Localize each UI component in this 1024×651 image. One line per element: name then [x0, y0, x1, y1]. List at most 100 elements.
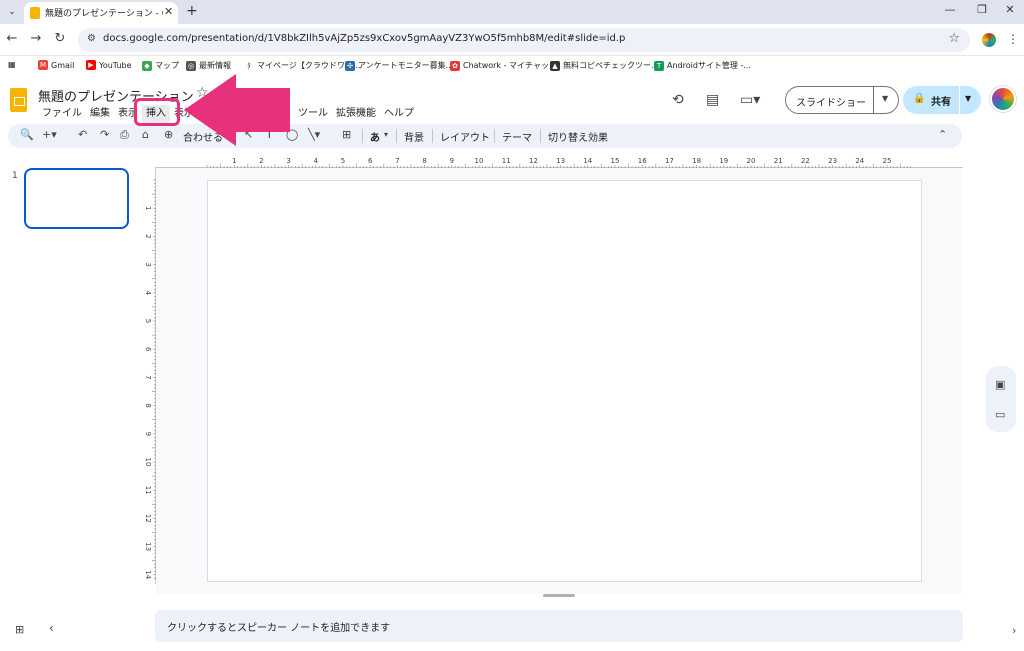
bookmark-youtube[interactable]: ▶ YouTube: [86, 60, 132, 70]
search-menus-icon[interactable]: 🔍: [20, 128, 34, 141]
menu-arrange[interactable]: 配置: [266, 105, 294, 123]
chrome-profile-avatar[interactable]: [982, 33, 996, 47]
ruler-label: 7: [144, 375, 152, 379]
youtube-icon: ▶: [86, 60, 96, 70]
menu-slide[interactable]: スライド: [218, 105, 266, 123]
paint-format-icon[interactable]: ⌂: [142, 128, 149, 141]
slideshow-button[interactable]: スライドショー ▼: [785, 86, 899, 114]
line-icon[interactable]: ╲▾: [308, 128, 320, 141]
bookmark-survey[interactable]: ✣ アンケートモニター募集...: [345, 60, 453, 71]
divider: [959, 86, 960, 114]
ruler-label: 9: [450, 157, 454, 165]
ruler-label: 14: [144, 570, 152, 579]
slide-thumbnail[interactable]: [24, 168, 129, 229]
version-history-icon[interactable]: ⟲: [672, 92, 684, 108]
collapse-filmstrip-icon[interactable]: ‹: [49, 621, 54, 635]
separator: [362, 129, 363, 143]
editing-toolbar: 🔍 +▾ ↶ ↷ ⎙ ⌂ ⊕ 合わせる ↖ T ◯ ╲▾ ⊞ あ ▾ 背景 レイ…: [8, 124, 962, 148]
share-button[interactable]: 🔒 共有 ▼: [903, 86, 981, 114]
url-text[interactable]: docs.google.com/presentation/d/1V8bkZIlh…: [103, 33, 625, 44]
bookmark-chatwork[interactable]: ✿ Chatwork - マイチャット: [450, 60, 557, 71]
maps-icon: ◆: [142, 60, 152, 71]
bookmark-label: Androidサイト管理 -...: [667, 61, 751, 70]
ruler-label: 22: [801, 157, 810, 165]
reload-icon[interactable]: ↻: [52, 31, 68, 46]
ruler-label: 13: [556, 157, 565, 165]
apps-grid-icon[interactable]: ▦: [8, 60, 16, 69]
notes-resize-handle[interactable]: [543, 594, 575, 597]
print-icon[interactable]: ⎙: [120, 128, 129, 142]
side-panel-expand-icon[interactable]: ›: [1012, 624, 1016, 637]
forward-icon[interactable]: →: [28, 31, 44, 46]
slides-logo-icon[interactable]: [10, 88, 27, 112]
ruler-label: 13: [144, 542, 152, 551]
star-icon[interactable]: ☆: [196, 85, 209, 101]
ruler-label: 12: [144, 514, 152, 523]
redo-icon[interactable]: ↷: [100, 128, 109, 141]
bookmark-label: アンケートモニター募集...: [358, 61, 454, 70]
grid-view-icon[interactable]: ⊞: [15, 623, 24, 636]
ruler-label: 10: [475, 157, 484, 165]
back-icon[interactable]: ←: [4, 31, 20, 46]
browser-tab-strip: ⌄ 無題のプレゼンテーション - Google ✕ + — ❐ ✕: [0, 0, 1024, 24]
new-tab-icon[interactable]: +: [186, 3, 198, 19]
text-box-icon[interactable]: T: [266, 128, 273, 141]
undo-icon[interactable]: ↶: [78, 128, 87, 141]
ruler-label: 3: [144, 262, 152, 266]
slideshow-dropdown-icon[interactable]: ▼: [882, 94, 888, 103]
chrome-menu-icon[interactable]: ⋮: [1007, 32, 1019, 46]
slide-canvas[interactable]: [207, 180, 922, 582]
zoom-fit-label[interactable]: 合わせる: [183, 129, 223, 144]
zoom-icon[interactable]: ⊕: [164, 128, 173, 141]
tab-close-icon[interactable]: ✕: [164, 5, 173, 18]
menu-file[interactable]: ファイル: [38, 105, 86, 123]
comment-add-icon[interactable]: ⊞: [342, 128, 351, 141]
bookmark-mypage[interactable]: ﾀマイページ【クラウドワー...: [244, 60, 360, 71]
tab-search-chevron-icon[interactable]: ⌄: [4, 4, 20, 20]
text-style-dropdown-icon[interactable]: ▾: [384, 130, 388, 139]
site-info-icon[interactable]: ⚙: [87, 33, 96, 44]
theme-button[interactable]: テーマ: [502, 129, 532, 144]
bookmark-star-icon[interactable]: ☆: [948, 31, 960, 46]
ruler-label: 14: [583, 157, 592, 165]
bookmark-copycheck[interactable]: ▲ 無料コピペチェックツー...: [550, 60, 659, 71]
text-style-button[interactable]: あ: [370, 129, 380, 144]
browser-tab[interactable]: 無題のプレゼンテーション - Google ✕: [24, 2, 178, 24]
bookmark-android[interactable]: T Androidサイト管理 -...: [654, 60, 751, 71]
select-cursor-icon[interactable]: ↖: [244, 128, 253, 141]
menu-edit[interactable]: 編集: [86, 105, 114, 123]
bookmark-label: 無料コピペチェックツー...: [563, 61, 659, 70]
insert-menu-highlight: [134, 98, 180, 126]
meet-video-icon[interactable]: ▭▾: [740, 92, 760, 108]
bookmark-maps[interactable]: ◆ マップ: [142, 60, 179, 71]
collapse-toolbar-icon[interactable]: ⌃: [938, 128, 947, 141]
shape-icon[interactable]: ◯: [286, 128, 298, 141]
user-avatar[interactable]: [990, 86, 1016, 112]
ruler-label: 5: [341, 157, 345, 165]
layout-button[interactable]: レイアウト: [440, 129, 490, 144]
separator: [540, 129, 541, 143]
ruler-label: 25: [883, 157, 892, 165]
transition-button[interactable]: 切り替え効果: [548, 129, 608, 144]
menu-help[interactable]: ヘルプ: [380, 105, 418, 123]
window-close-icon[interactable]: ✕: [1000, 3, 1020, 16]
browser-toolbar: ← → ↻ ⚙ docs.google.com/presentation/d/1…: [0, 24, 1024, 56]
speaker-notes[interactable]: クリックするとスピーカー ノートを追加できます: [155, 610, 963, 642]
restore-icon[interactable]: ❐: [972, 3, 992, 16]
menu-extensions[interactable]: 拡張機能: [332, 105, 380, 123]
folder-icon[interactable]: ▭: [995, 408, 1005, 421]
ruler-label: 23: [828, 157, 837, 165]
new-slide-icon[interactable]: +▾: [42, 128, 57, 141]
menu-tools[interactable]: ツール: [294, 105, 332, 123]
bookmark-gmail[interactable]: M Gmail: [38, 60, 74, 70]
minimize-icon[interactable]: —: [940, 3, 960, 16]
bookmark-news[interactable]: ◎ 最新情報: [186, 60, 231, 71]
bookmark-label: 最新情報: [199, 61, 231, 70]
background-button[interactable]: 背景: [404, 129, 424, 144]
keep-icon[interactable]: ▣: [995, 378, 1005, 391]
address-bar[interactable]: ⚙ docs.google.com/presentation/d/1V8bkZI…: [78, 28, 970, 52]
share-dropdown-icon[interactable]: ▼: [965, 94, 971, 103]
ruler-label: 8: [422, 157, 426, 165]
ruler-label: 20: [747, 157, 756, 165]
comments-icon[interactable]: ▤: [706, 92, 719, 108]
